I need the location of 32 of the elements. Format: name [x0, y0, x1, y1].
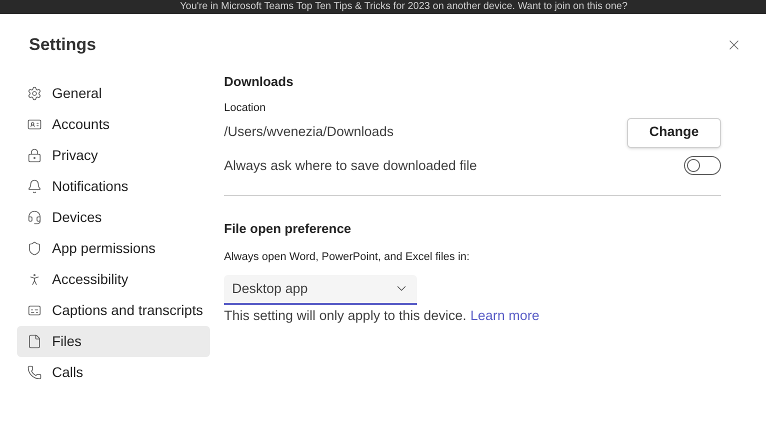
location-path: /Users/wvenezia/Downloads — [224, 123, 394, 142]
dialog-title: Settings — [29, 34, 96, 56]
setting-label: Always ask where to save downloaded file — [224, 156, 477, 175]
sidebar-item[interactable]: Notifications — [17, 170, 210, 202]
setting-prompt: Always open Word, PowerPoint, and Excel files in: — [224, 250, 471, 266]
sidebar-item[interactable]: Calls — [17, 356, 210, 388]
file-icon — [27, 334, 42, 348]
lock-icon — [27, 148, 42, 162]
sidebar-item[interactable]: Devices — [17, 202, 210, 232]
sidebar-item[interactable]: General — [17, 78, 210, 108]
sidebar-item[interactable]: Accessibility — [17, 264, 210, 294]
id-card-icon — [27, 116, 42, 132]
bell-icon — [27, 178, 42, 194]
sidebar-item[interactable]: Files — [17, 326, 210, 356]
shield-icon — [27, 240, 42, 256]
gear-icon — [27, 86, 42, 100]
notification-banner: You're in Microsoft Teams Top Ten Tips & Tricks for 2023 on another device. Want to join on this one? — [0, 0, 766, 14]
headset-icon — [27, 210, 42, 224]
change-button[interactable]: Change — [627, 118, 721, 148]
toggle-switch[interactable] — [684, 156, 721, 176]
sidebar-item[interactable]: Captions and transcripts — [17, 294, 210, 326]
captions-icon — [27, 302, 42, 318]
setting-note: This setting will only apply to this device. — [224, 306, 466, 325]
field-label: Location — [224, 101, 267, 116]
section-heading: Downloads — [224, 72, 294, 90]
phone-icon — [27, 364, 42, 380]
learn-more-link[interactable]: Learn more — [470, 306, 540, 326]
sidebar-item[interactable]: App permissions — [17, 232, 210, 264]
sidebar-item[interactable]: Privacy — [17, 140, 210, 170]
section-heading: File open preference — [224, 220, 352, 238]
sidebar-item[interactable]: Accounts — [17, 108, 210, 140]
app-dropdown[interactable]: Desktop app — [224, 274, 417, 305]
